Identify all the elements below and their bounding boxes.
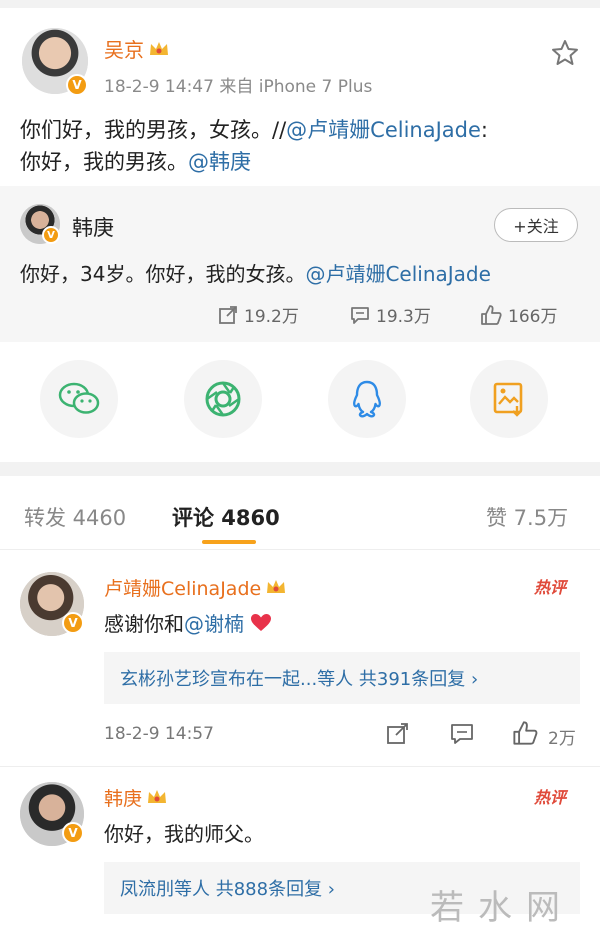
wechat-icon	[58, 382, 100, 414]
comment-text-body: 感谢你和	[104, 612, 184, 636]
active-tab-indicator	[202, 540, 256, 544]
hot-comment-badge: 热评	[534, 788, 567, 807]
watermark: 若水网	[430, 888, 574, 928]
comment-time: 18-2-9 14:57	[104, 724, 214, 744]
mention-xienan[interactable]: @谢楠	[184, 612, 244, 636]
tab-like[interactable]: 赞 7.5万	[486, 502, 568, 532]
v-badge-icon: V	[62, 612, 84, 634]
like-count-text: 166万	[508, 307, 558, 327]
comment-author-text: 韩庚	[104, 788, 143, 810]
thumb-up-icon[interactable]	[512, 720, 538, 746]
reply-thread-link[interactable]: 玄彬孙艺珍宣布在一起...等人 共391条回复 ›	[104, 652, 580, 704]
repost-text-body: 你好，34岁。你好，我的女孩。	[20, 262, 306, 286]
save-image-icon	[493, 382, 523, 417]
tab-comment[interactable]: 评论 4860	[172, 502, 280, 532]
post-text-colon: :	[480, 118, 488, 142]
thumb-up-icon	[481, 304, 502, 325]
share-moments-button[interactable]	[184, 360, 262, 438]
repost-text: 你好，34岁。你好，我的女孩。@卢靖姗CelinaJade	[20, 258, 491, 287]
comment-icon	[351, 306, 369, 324]
crown-icon	[148, 790, 167, 803]
qq-icon	[352, 380, 382, 418]
mention-celina-repost[interactable]: @卢靖姗CelinaJade	[305, 262, 490, 286]
share-wechat-button[interactable]	[40, 360, 118, 438]
comment-divider	[0, 766, 600, 767]
author-name-text: 吴京	[104, 38, 144, 62]
comment-count-text: 19.3万	[376, 307, 431, 327]
repost-count-text: 19.2万	[244, 307, 299, 327]
post-text-prefix: 你们好，我的男孩，女孩。//	[20, 118, 287, 142]
like-count[interactable]: 166万	[480, 302, 557, 327]
v-badge-icon: V	[62, 822, 84, 844]
repost-icon[interactable]	[386, 722, 410, 746]
comment-text: 感谢你和@谢楠	[104, 608, 272, 637]
repost-count[interactable]: 19.2万	[218, 302, 299, 327]
repost-author[interactable]: 韩庚	[72, 212, 114, 242]
star-icon[interactable]	[550, 38, 580, 68]
comment-author-text: 卢靖姗CelinaJade	[104, 578, 262, 600]
interaction-tabs: 转发 4460 评论 4860 赞 7.5万	[0, 476, 600, 550]
v-badge-icon: V	[66, 74, 88, 96]
repost-card[interactable]: V 韩庚 +关注 你好，34岁。你好，我的女孩。@卢靖姗CelinaJade 1…	[0, 186, 600, 342]
comment-text: 你好，我的师父。	[104, 822, 264, 846]
hot-comment-badge: 热评	[534, 578, 567, 597]
section-separator	[0, 462, 600, 476]
repost-icon	[219, 305, 237, 324]
share-row	[0, 342, 600, 462]
mention-hangeng[interactable]: @韩庚	[188, 150, 251, 174]
comment-icon[interactable]	[450, 722, 474, 746]
top-gap	[0, 0, 600, 8]
heart-icon	[251, 614, 272, 631]
comment-count[interactable]: 19.3万	[350, 302, 431, 327]
post-text-line2: 你好，我的男孩。	[20, 150, 188, 174]
tab-repost[interactable]: 转发 4460	[24, 502, 126, 532]
crown-icon	[267, 580, 286, 593]
author-name[interactable]: 吴京	[104, 34, 170, 63]
comment-like-count: 2万	[548, 729, 576, 749]
follow-button[interactable]: +关注	[494, 208, 578, 242]
moments-icon	[205, 381, 241, 417]
share-qq-button[interactable]	[328, 360, 406, 438]
save-image-button[interactable]	[470, 360, 548, 438]
comment-author[interactable]: 韩庚	[104, 784, 168, 811]
v-badge-icon: V	[42, 226, 60, 244]
post-text: 你们好，我的男孩，女孩。//@卢靖姗CelinaJade: 你好，我的男孩。@韩…	[20, 114, 585, 178]
post-meta: 18-2-9 14:47 来自 iPhone 7 Plus	[104, 77, 373, 97]
comment-author[interactable]: 卢靖姗CelinaJade	[104, 574, 287, 601]
crown-icon	[150, 42, 168, 55]
post-header: V 吴京 18-2-9 14:47 来自 iPhone 7 Plus	[0, 8, 600, 108]
mention-celina[interactable]: @卢靖姗CelinaJade	[286, 118, 481, 142]
